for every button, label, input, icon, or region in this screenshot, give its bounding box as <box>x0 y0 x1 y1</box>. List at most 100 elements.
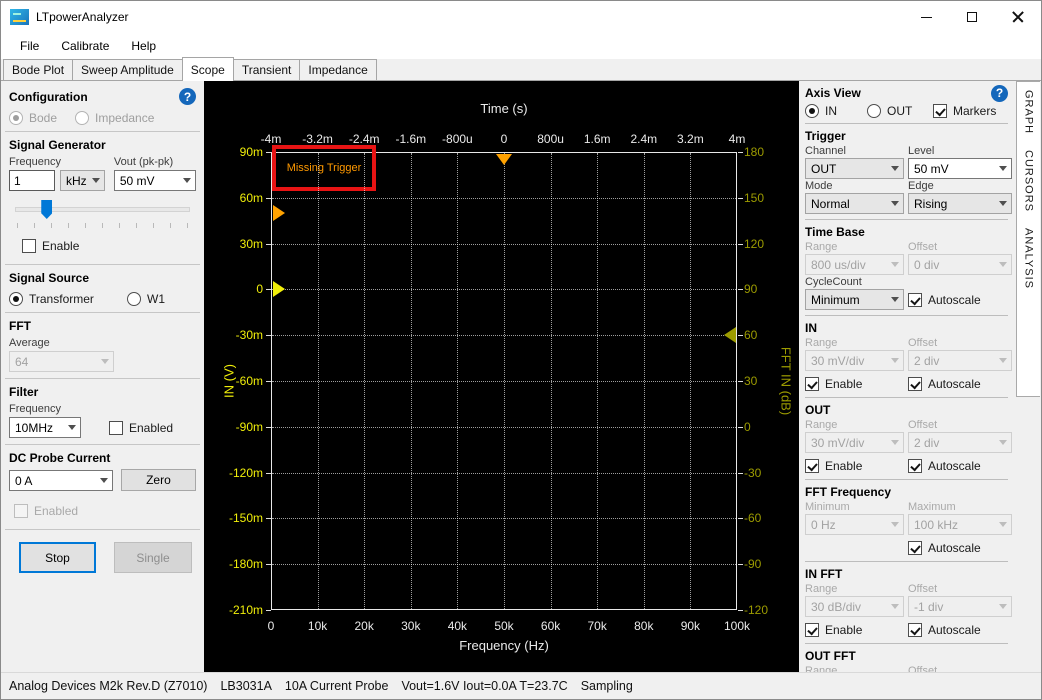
axis-view-in-radio[interactable]: IN <box>805 104 867 118</box>
checkbox-icon <box>14 504 28 518</box>
fft-axis-tick: 120 <box>744 237 764 251</box>
menu-file[interactable]: File <box>9 35 50 57</box>
trigger-section: TriggerChannelOUTLevel50 mVModeNormalEdg… <box>799 127 1014 216</box>
markers-checkbox[interactable]: Markers <box>933 104 996 118</box>
impedance-radio: Impedance <box>75 111 154 125</box>
divider <box>805 315 1008 316</box>
frequency-axis-tick: 70k <box>588 619 607 633</box>
chevron-down-icon <box>100 478 108 483</box>
time-base-autoscale-checkbox[interactable]: Autoscale <box>908 293 981 307</box>
trigger-edge-combo[interactable]: Rising <box>908 193 1012 214</box>
trigger-mode-combo[interactable]: Normal <box>805 193 904 214</box>
chevron-down-icon <box>891 604 899 609</box>
in-fft-range-combo: 30 dB/div <box>805 596 904 617</box>
minimize-button[interactable] <box>903 1 949 33</box>
in-autoscale-checkbox[interactable]: Autoscale <box>908 377 981 391</box>
divider <box>805 123 1008 124</box>
slider-thumb[interactable] <box>41 200 52 219</box>
radio-icon <box>867 104 881 118</box>
in-fft-range-label: Range <box>805 582 904 596</box>
frequency-axis-tick: 40k <box>448 619 467 633</box>
tab-sweep-amplitude[interactable]: Sweep Amplitude <box>72 59 183 80</box>
time-base-offset-combo: 0 div <box>908 254 1012 275</box>
out-autoscale-checkbox[interactable]: Autoscale <box>908 459 981 473</box>
frequency-unit-combo[interactable]: kHz <box>60 170 105 191</box>
checkbox-icon <box>908 541 922 555</box>
side-tab-strip: GRAPH CURSORS ANALYSIS <box>1014 81 1041 672</box>
frequency-axis-tick: 10k <box>308 619 327 633</box>
window-title: LTpowerAnalyzer <box>36 10 128 24</box>
frequency-input[interactable]: 1 <box>9 170 55 191</box>
chevron-down-icon <box>183 178 191 183</box>
w1-radio[interactable]: W1 <box>127 292 165 306</box>
checkbox-icon <box>908 459 922 473</box>
fft-axis-tick: 30 <box>744 374 757 388</box>
vout-label: Vout (pk-pk) <box>114 156 196 168</box>
side-tab-analysis[interactable]: ANALYSIS <box>1023 228 1035 289</box>
tab-impedance[interactable]: Impedance <box>299 59 376 80</box>
in-zero-marker[interactable] <box>273 281 285 297</box>
trigger-level-marker[interactable] <box>273 205 285 221</box>
zero-button[interactable]: Zero <box>121 469 196 491</box>
menu-calibrate[interactable]: Calibrate <box>50 35 120 57</box>
checkbox-icon <box>805 377 819 391</box>
time-base-cyclecount-combo[interactable]: Minimum <box>805 289 904 310</box>
stop-button[interactable]: Stop <box>19 542 96 573</box>
help-icon[interactable]: ? <box>991 85 1008 102</box>
dc-probe-current-combo[interactable]: 0 A <box>9 470 113 491</box>
run-controls: Stop Single <box>1 534 204 575</box>
frequency-slider[interactable] <box>15 199 190 225</box>
side-tab-cursors[interactable]: CURSORS <box>1023 150 1035 212</box>
chevron-down-icon <box>999 358 1007 363</box>
gridline <box>597 153 598 609</box>
side-tab-graph[interactable]: GRAPH <box>1023 90 1035 134</box>
in-axis-tick: -120m <box>204 466 263 480</box>
tab-scope[interactable]: Scope <box>182 57 234 81</box>
signal-source-title: Signal Source <box>9 271 89 285</box>
checkbox-icon <box>805 623 819 637</box>
time-axis-title: Time (s) <box>480 101 527 116</box>
in-axis-tick: -90m <box>204 420 263 434</box>
tab-transient[interactable]: Transient <box>233 59 301 80</box>
fft-offset-marker[interactable] <box>724 327 736 343</box>
trigger-time-marker[interactable] <box>496 154 512 165</box>
vout-combo[interactable]: 50 mV <box>114 170 196 191</box>
trigger-level-combo[interactable]: 50 mV <box>908 158 1012 179</box>
status-device: Analog Devices M2k Rev.D (Z7010) <box>9 679 207 693</box>
tab-bode-plot[interactable]: Bode Plot <box>3 59 73 80</box>
average-label: Average <box>9 337 196 349</box>
chevron-down-icon <box>999 522 1007 527</box>
maximize-button[interactable] <box>949 1 995 33</box>
chevron-down-icon <box>101 359 109 364</box>
radio-icon <box>805 104 819 118</box>
close-button[interactable] <box>995 1 1041 33</box>
chevron-down-icon <box>999 201 1007 206</box>
out-fft-range-label: Range <box>805 664 904 672</box>
in-fft-autoscale-checkbox[interactable]: Autoscale <box>908 623 981 637</box>
out-enable-checkbox[interactable]: Enable <box>805 459 862 473</box>
fft-frequency-autoscale-checkbox[interactable]: Autoscale <box>908 541 981 555</box>
help-icon[interactable]: ? <box>179 88 196 105</box>
out-title: OUT <box>805 403 830 417</box>
filter-frequency-combo[interactable]: 10MHz <box>9 417 81 438</box>
checkbox-icon <box>908 623 922 637</box>
missing-trigger-text: Missing Trigger <box>287 162 362 174</box>
transformer-radio[interactable]: Transformer <box>9 292 127 306</box>
dc-probe-title: DC Probe Current <box>9 451 110 465</box>
in-fft-enable-checkbox[interactable]: Enable <box>805 623 862 637</box>
generator-enable-checkbox[interactable]: Enable <box>22 239 79 253</box>
menu-help[interactable]: Help <box>120 35 167 57</box>
time-axis-tick: 1.6m <box>584 132 611 146</box>
trigger-level-label: Level <box>908 144 1012 158</box>
in-enable-checkbox[interactable]: Enable <box>805 377 862 391</box>
gridline <box>644 153 645 609</box>
gridline <box>272 518 736 519</box>
time-base-offset-label: Offset <box>908 240 1012 254</box>
filter-enabled-checkbox[interactable]: Enabled <box>109 421 173 435</box>
signal-generator-section: Signal Generator Frequency 1 kHz Vout (p… <box>1 136 204 260</box>
radio-icon <box>127 292 141 306</box>
axis-view-out-radio[interactable]: OUT <box>867 104 933 118</box>
out-fft-title: OUT FFT <box>805 649 856 663</box>
trigger-channel-combo[interactable]: OUT <box>805 158 904 179</box>
single-button: Single <box>114 542 192 573</box>
